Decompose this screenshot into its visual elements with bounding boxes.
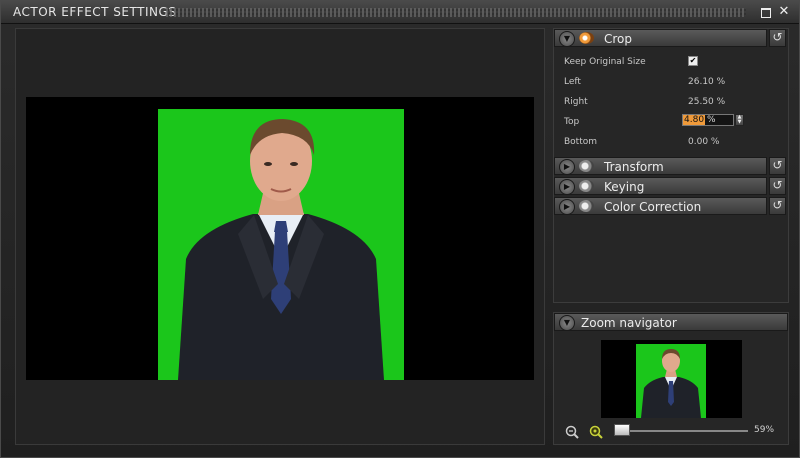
keep-original-size-label: Keep Original Size [564, 57, 646, 67]
bottom-value[interactable]: 0.00 % [688, 137, 719, 147]
reset-icon: ↺ [772, 178, 783, 192]
section-color-correction-header[interactable]: ▶ Color Correction [554, 197, 767, 215]
zoom-percent-value: 59% [754, 425, 775, 435]
visibility-toggle-icon[interactable] [579, 32, 594, 44]
actor-figure [178, 119, 384, 380]
navigator-thumbnail[interactable] [601, 340, 742, 418]
top-value-spinner[interactable]: ▲ ▼ [735, 114, 744, 126]
section-crop-header[interactable]: ▼ Crop [554, 29, 767, 47]
reset-icon: ↺ [772, 30, 783, 44]
zoom-out-icon[interactable] [565, 424, 579, 439]
top-value-input[interactable]: 4.80% [682, 114, 734, 126]
section-transform-header[interactable]: ▶ Transform [554, 157, 767, 175]
effect-properties-panel: ▼ Crop ↺ Keep Original Size ✔ Left 26.10… [553, 28, 789, 303]
section-keying-label: Keying [604, 180, 645, 194]
section-crop-label: Crop [604, 32, 633, 46]
transform-reset-button[interactable]: ↺ [769, 157, 786, 175]
actor-effect-settings-window: ACTOR EFFECT SETTINGS ✕ ▼ Crop ↺ Keep Or… [0, 0, 800, 458]
chevron-down-icon[interactable]: ▼ [559, 31, 575, 47]
section-keying-header[interactable]: ▶ Keying [554, 177, 767, 195]
visibility-toggle-icon[interactable] [579, 180, 594, 192]
top-unit: % [707, 115, 716, 125]
reset-icon: ↺ [772, 198, 783, 212]
top-label: Top [564, 117, 580, 127]
section-transform-label: Transform [604, 160, 664, 174]
zoom-slider-handle[interactable] [614, 424, 630, 436]
window-title: ACTOR EFFECT SETTINGS [13, 5, 177, 19]
top-value-text: 4.80 [683, 115, 706, 125]
right-value[interactable]: 25.50 % [688, 97, 725, 107]
bottom-label: Bottom [564, 137, 598, 147]
chevron-down-icon[interactable]: ▼ [559, 315, 575, 331]
video-preview-panel [15, 28, 545, 445]
zoom-navigator-label: Zoom navigator [581, 316, 677, 330]
zoom-navigator-header[interactable]: ▼ Zoom navigator [554, 313, 788, 331]
title-drag-grip[interactable] [166, 8, 746, 17]
title-bar[interactable]: ACTOR EFFECT SETTINGS ✕ [1, 1, 799, 24]
greenscreen-actor-image [158, 109, 404, 380]
section-color-correction-label: Color Correction [604, 200, 702, 214]
maximize-icon[interactable] [758, 4, 774, 20]
keying-reset-button[interactable]: ↺ [769, 177, 786, 195]
left-value[interactable]: 26.10 % [688, 77, 725, 87]
close-icon[interactable]: ✕ [776, 4, 792, 20]
chevron-right-icon[interactable]: ▶ [559, 159, 575, 175]
video-frame[interactable] [26, 97, 534, 380]
keep-original-size-checkbox[interactable]: ✔ [688, 56, 698, 66]
reset-icon: ↺ [772, 158, 783, 172]
zoom-fit-icon[interactable] [589, 424, 603, 439]
visibility-toggle-icon[interactable] [579, 160, 594, 172]
chevron-right-icon[interactable]: ▶ [559, 179, 575, 195]
crop-reset-button[interactable]: ↺ [769, 29, 786, 47]
left-label: Left [564, 77, 581, 87]
zoom-slider-track[interactable] [616, 430, 748, 432]
visibility-toggle-icon[interactable] [579, 200, 594, 212]
thumbnail-actor-figure [641, 349, 701, 418]
navigator-thumbnail-image [636, 344, 706, 418]
color-correction-reset-button[interactable]: ↺ [769, 197, 786, 215]
zoom-navigator-panel: ▼ Zoom navigator 59% [553, 312, 789, 445]
right-label: Right [564, 97, 588, 107]
chevron-right-icon[interactable]: ▶ [559, 199, 575, 215]
